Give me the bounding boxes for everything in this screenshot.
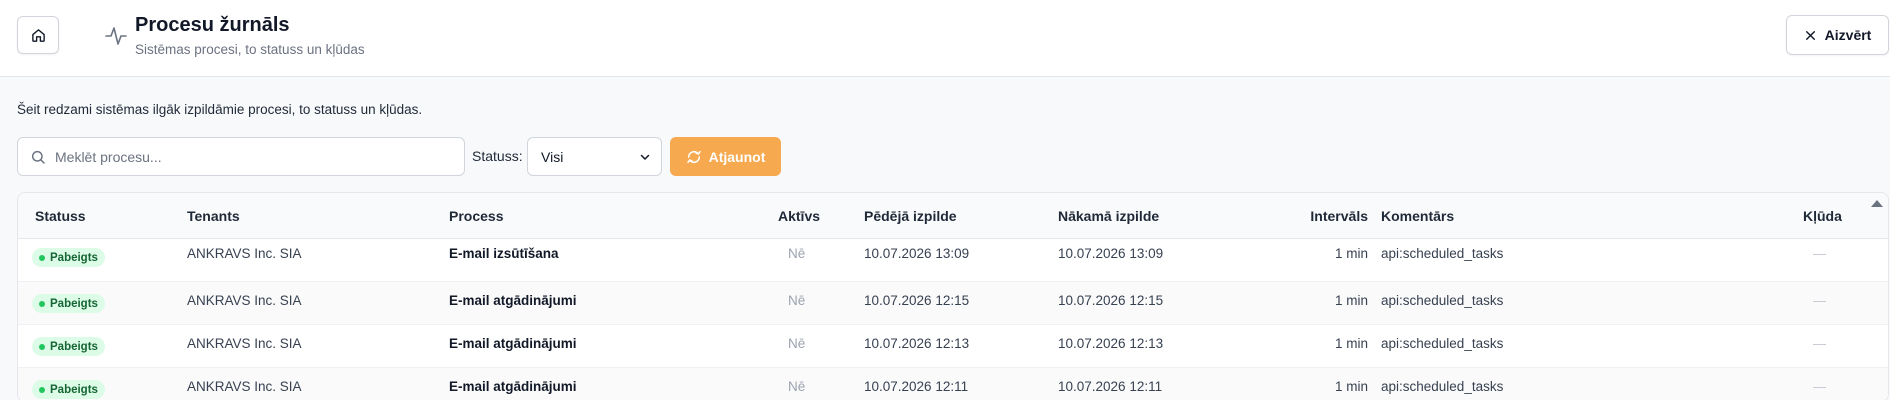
comment-cell: api:scheduled_tasks	[1381, 336, 1504, 351]
status-filter-label: Statuss:	[472, 148, 523, 164]
home-icon	[31, 28, 45, 42]
top-bar: Procesu žurnāls Sistēmas procesi, to sta…	[0, 0, 1890, 77]
interval-cell: 1 min	[1334, 246, 1368, 261]
next-run-cell: 10.07.2026 12:13	[1058, 336, 1164, 351]
status-badge-label: Pabeigts	[50, 297, 98, 310]
active-cell: Nē	[788, 293, 806, 308]
error-empty-dash	[1813, 301, 1826, 302]
interval-cell: 1 min	[1334, 336, 1368, 351]
status-filter-select[interactable]: Visi	[527, 137, 662, 176]
tenant-cell: ANKRAVS Inc. SIA	[187, 246, 302, 261]
interval-cell: 1 min	[1334, 379, 1368, 394]
status-dot-icon	[39, 254, 45, 261]
scroll-up-arrow[interactable]	[1871, 200, 1883, 207]
intro-text: Šeit redzami sistēmas ilgāk izpildāmie p…	[17, 102, 423, 117]
refresh-icon	[686, 150, 701, 163]
status-dot-icon	[39, 300, 45, 307]
home-button[interactable]	[17, 16, 59, 54]
status-badge: Pabeigts	[32, 337, 105, 356]
col-tenant[interactable]: Tenants	[187, 208, 240, 224]
table-row[interactable]: Pabeigts ANKRAVS Inc. SIA E-mail atgādin…	[18, 282, 1888, 325]
tenant-cell: ANKRAVS Inc. SIA	[187, 379, 302, 394]
col-comment[interactable]: Komentārs	[1381, 208, 1454, 224]
table-row[interactable]: Pabeigts ANKRAVS Inc. SIA E-mail atgādin…	[18, 368, 1888, 400]
status-badge-label: Pabeigts	[50, 251, 98, 264]
refresh-button[interactable]: Atjaunot	[670, 137, 781, 176]
next-run-cell: 10.07.2026 12:11	[1058, 379, 1163, 394]
col-next-run[interactable]: Nākamā izpilde	[1058, 208, 1159, 224]
error-empty-dash	[1813, 254, 1826, 255]
comment-cell: api:scheduled_tasks	[1381, 246, 1504, 261]
last-run-cell: 10.07.2026 13:09	[864, 246, 970, 261]
process-cell: E-mail atgādinājumi	[449, 336, 577, 351]
status-dot-icon	[39, 386, 45, 393]
search-field[interactable]	[17, 137, 465, 176]
col-interval[interactable]: Intervāls	[1258, 208, 1368, 224]
process-table: Statuss Tenants Process Aktīvs Pēdējā iz…	[17, 192, 1889, 400]
next-run-cell: 10.07.2026 13:09	[1058, 246, 1164, 261]
chevron-down-icon	[640, 154, 650, 160]
last-run-cell: 10.07.2026 12:15	[864, 293, 970, 308]
status-badge-label: Pabeigts	[50, 383, 98, 396]
active-cell: Nē	[788, 246, 806, 261]
status-filter-value: Visi	[541, 149, 564, 165]
next-run-cell: 10.07.2026 12:15	[1058, 293, 1164, 308]
process-cell: E-mail izsūtīšana	[449, 246, 559, 261]
table-row[interactable]: Pabeigts ANKRAVS Inc. SIA E-mail izsūtīš…	[18, 239, 1888, 282]
process-cell: E-mail atgādinājumi	[449, 379, 577, 394]
error-empty-dash	[1813, 387, 1826, 388]
last-run-cell: 10.07.2026 12:11	[864, 379, 969, 394]
page-subtitle: Sistēmas procesi, to statuss un kļūdas	[135, 42, 365, 57]
status-badge-label: Pabeigts	[50, 340, 98, 353]
active-cell: Nē	[788, 336, 806, 351]
status-badge: Pabeigts	[32, 380, 105, 399]
col-status[interactable]: Statuss	[35, 208, 86, 224]
active-cell: Nē	[788, 379, 806, 394]
tenant-cell: ANKRAVS Inc. SIA	[187, 336, 302, 351]
status-badge: Pabeigts	[32, 248, 105, 267]
status-dot-icon	[39, 343, 45, 350]
col-last-run[interactable]: Pēdējā izpilde	[864, 208, 957, 224]
last-run-cell: 10.07.2026 12:13	[864, 336, 970, 351]
table-row[interactable]: Pabeigts ANKRAVS Inc. SIA E-mail atgādin…	[18, 325, 1888, 368]
activity-pulse-icon	[105, 27, 127, 45]
page-title: Procesu žurnāls	[135, 14, 290, 36]
close-button-label: Aizvērt	[1824, 27, 1872, 43]
refresh-button-label: Atjaunot	[708, 148, 766, 165]
comment-cell: api:scheduled_tasks	[1381, 293, 1504, 308]
search-input[interactable]	[55, 138, 455, 175]
status-badge: Pabeigts	[32, 294, 105, 313]
process-cell: E-mail atgādinājumi	[449, 293, 577, 308]
col-error[interactable]: Kļūda	[1803, 208, 1842, 224]
error-empty-dash	[1813, 344, 1826, 345]
search-icon	[31, 150, 45, 164]
close-button[interactable]: Aizvērt	[1786, 15, 1889, 55]
tenant-cell: ANKRAVS Inc. SIA	[187, 293, 302, 308]
table-header: Statuss Tenants Process Aktīvs Pēdējā iz…	[18, 193, 1888, 239]
comment-cell: api:scheduled_tasks	[1381, 379, 1504, 394]
interval-cell: 1 min	[1334, 293, 1368, 308]
col-active[interactable]: Aktīvs	[778, 208, 820, 224]
col-process[interactable]: Process	[449, 208, 503, 224]
close-icon	[1805, 30, 1815, 40]
